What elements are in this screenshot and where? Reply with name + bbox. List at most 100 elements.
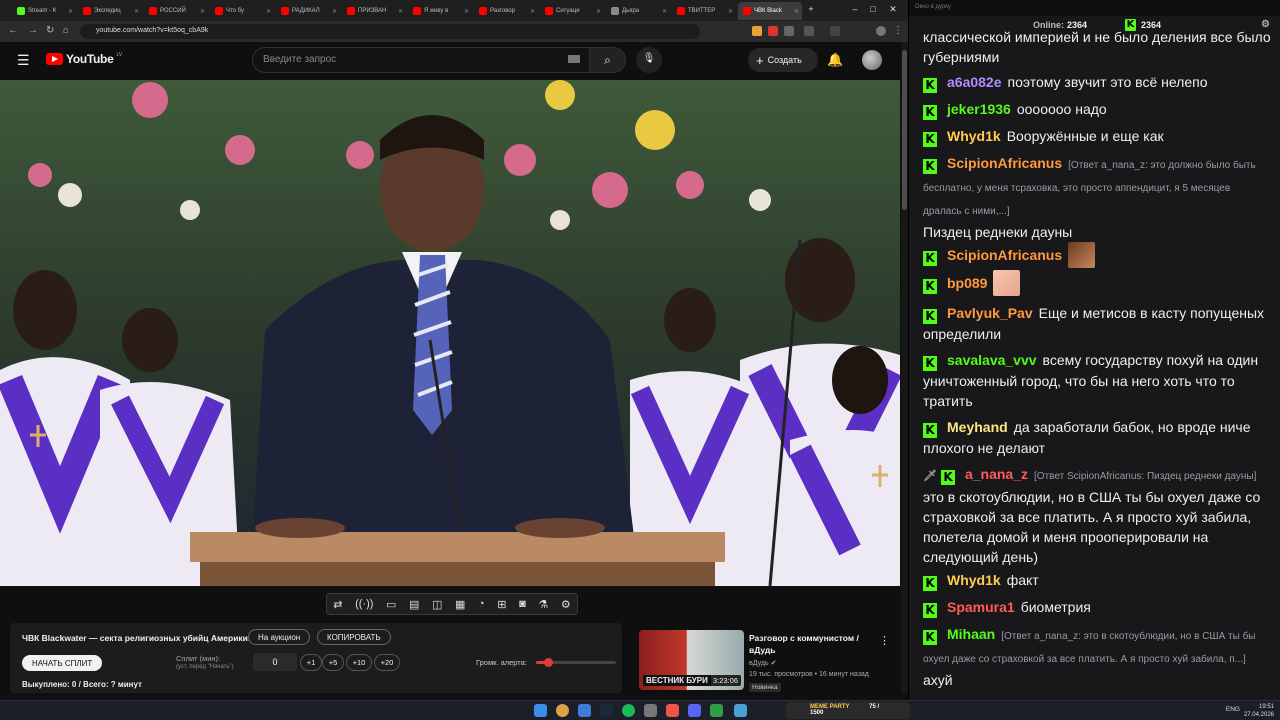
tab-close-icon[interactable]: ✕: [464, 8, 472, 15]
step-button-20[interactable]: +20: [374, 654, 400, 671]
video-thumbnail[interactable]: ВЕСТНИК БУРИ 3:23:06: [639, 630, 744, 690]
spotify-icon[interactable]: [622, 704, 635, 717]
tab-close-icon[interactable]: ✕: [200, 8, 208, 15]
browser-tab[interactable]: Ситуаци ✕: [540, 2, 604, 20]
tab-close-icon[interactable]: ✕: [398, 8, 406, 15]
extension-icon[interactable]: [752, 26, 762, 36]
maximize-icon[interactable]: □: [866, 4, 880, 14]
broadcast-icon[interactable]: ((·)): [355, 598, 373, 610]
keyboard-icon[interactable]: [568, 55, 580, 63]
chat-username[interactable]: a_nana_z: [965, 466, 1028, 482]
browser-tab[interactable]: РОССИЙ ✕: [144, 2, 208, 20]
tab-close-icon[interactable]: ✕: [728, 8, 736, 15]
url-field[interactable]: youtube.com/watch?v=kt5oq_cbA9k: [80, 24, 700, 39]
browser-tab[interactable]: Экспедиц ✕: [78, 2, 142, 20]
chat-username[interactable]: savalava_vvv: [947, 352, 1037, 368]
tab-close-icon[interactable]: ✕: [266, 8, 274, 15]
frames-icon[interactable]: ▦: [455, 598, 465, 611]
step-button-1[interactable]: +1: [300, 654, 322, 671]
slider-knob[interactable]: [544, 658, 553, 667]
tab-close-icon[interactable]: ✕: [332, 8, 340, 15]
scrollbar-thumb[interactable]: [902, 50, 907, 210]
profile-icon[interactable]: [876, 26, 886, 36]
chat-username[interactable]: ScipionAfricanus: [947, 247, 1062, 263]
reload-icon[interactable]: ↻: [46, 25, 54, 36]
browser-tab[interactable]: Что бу ✕: [210, 2, 274, 20]
chat-username[interactable]: jeker1936: [947, 101, 1011, 117]
chrome-icon[interactable]: [556, 704, 569, 717]
avatar[interactable]: [862, 50, 882, 70]
telegram-icon[interactable]: [734, 704, 747, 717]
chat-username[interactable]: Mihaan: [947, 626, 995, 642]
close-window-icon[interactable]: ✕: [886, 4, 900, 15]
browser-tab[interactable]: Stream - K ✕: [12, 2, 76, 20]
auction-button[interactable]: На аукцион: [248, 629, 311, 645]
screenshare-icon[interactable]: ▭: [386, 598, 396, 611]
download-icon[interactable]: [830, 26, 840, 36]
clock[interactable]: 19:51 27.04.2026: [1244, 703, 1274, 719]
settings-icon[interactable]: ⚙: [561, 598, 571, 611]
chat-username[interactable]: Whyd1k: [947, 572, 1001, 588]
chat-username[interactable]: Pavlyuk_Pav: [947, 305, 1033, 321]
page-scrollbar[interactable]: [901, 42, 908, 694]
app-icon[interactable]: [666, 704, 679, 717]
speed-icon[interactable]: ◔: [478, 598, 485, 610]
browser-tab[interactable]: Разговор ✕: [474, 2, 538, 20]
add-clip-icon[interactable]: ⊞: [497, 598, 506, 611]
recommended-title[interactable]: Разговор с коммунистом / вДудь: [749, 632, 869, 656]
home-icon[interactable]: ⌂: [63, 25, 69, 36]
tab-close-icon[interactable]: ✕: [596, 8, 604, 15]
chat-username[interactable]: bp089: [947, 275, 987, 291]
start-icon[interactable]: [534, 704, 547, 717]
step-button-10[interactable]: +10: [346, 654, 372, 671]
chat-username[interactable]: ScipionAfricanus: [947, 155, 1062, 171]
new-tab-button[interactable]: +: [804, 4, 818, 14]
tab-close-icon[interactable]: ✕: [134, 8, 142, 15]
extension-icon[interactable]: [768, 26, 778, 36]
pip-icon[interactable]: ◫: [432, 598, 442, 611]
app-icon[interactable]: [710, 704, 723, 717]
tab-close-icon[interactable]: ✕: [794, 8, 802, 15]
split-minutes-input[interactable]: 0: [253, 653, 297, 671]
chat-username[interactable]: Meyhand: [947, 419, 1008, 435]
forward-icon[interactable]: →: [28, 25, 38, 36]
step-button-5[interactable]: +5: [322, 654, 344, 671]
film-icon[interactable]: ▤: [409, 598, 419, 611]
browser-tab[interactable]: РАДИКАЛ ✕: [276, 2, 340, 20]
browser-tab[interactable]: Я живу в ✕: [408, 2, 472, 20]
chat-username[interactable]: Whyd1k: [947, 128, 1001, 144]
extension-icon[interactable]: [784, 26, 794, 36]
minimize-icon[interactable]: –: [848, 4, 862, 14]
tab-close-icon[interactable]: ✕: [530, 8, 538, 15]
files-icon[interactable]: [578, 704, 591, 717]
app-icon[interactable]: [644, 704, 657, 717]
search-input[interactable]: Введите запрос: [252, 47, 590, 73]
menu-dots-icon[interactable]: ⋮: [893, 25, 903, 36]
youtube-logo[interactable]: YouTube LV: [46, 52, 122, 66]
recommended-video[interactable]: ВЕСТНИК БУРИ 3:23:06 Разговор с коммунис…: [639, 630, 901, 694]
alert-volume-slider[interactable]: [536, 658, 616, 667]
browser-tab[interactable]: ТВИТТЕР ✕: [672, 2, 736, 20]
start-split-button[interactable]: НАЧАТЬ СПЛИТ: [22, 655, 103, 671]
reply-quote[interactable]: [Ответ ScipionAfricanus: Пиздец реднеки …: [1034, 471, 1256, 482]
copy-button[interactable]: КОПИРОВАТЬ: [317, 629, 391, 645]
channel-name[interactable]: вДудь ✔: [749, 659, 776, 667]
app-icon[interactable]: [688, 704, 701, 717]
create-button[interactable]: + Создать: [748, 48, 818, 72]
voice-search-button[interactable]: 🎙: [636, 47, 662, 73]
browser-tab[interactable]: ПРИЗВАН ✕: [342, 2, 406, 20]
chat-username[interactable]: Spamura1: [947, 599, 1015, 615]
tab-close-icon[interactable]: ✕: [68, 8, 76, 15]
hamburger-icon[interactable]: ☰: [17, 52, 30, 69]
meme-party-widget[interactable]: MEME PARTY 75 / 1500: [786, 702, 910, 719]
back-icon[interactable]: ←: [8, 25, 18, 36]
camera-icon[interactable]: ◙: [519, 598, 526, 610]
steam-icon[interactable]: [600, 704, 613, 717]
browser-tab[interactable]: Дьяра ✕: [606, 2, 670, 20]
notifications-bell-icon[interactable]: 🔔: [827, 52, 843, 68]
lab-icon[interactable]: ⚗: [538, 598, 548, 611]
video-player[interactable]: [0, 80, 900, 586]
search-button[interactable]: ⌕: [589, 47, 626, 73]
tab-close-icon[interactable]: ✕: [662, 8, 670, 15]
language-indicator[interactable]: ENG: [1226, 706, 1240, 713]
